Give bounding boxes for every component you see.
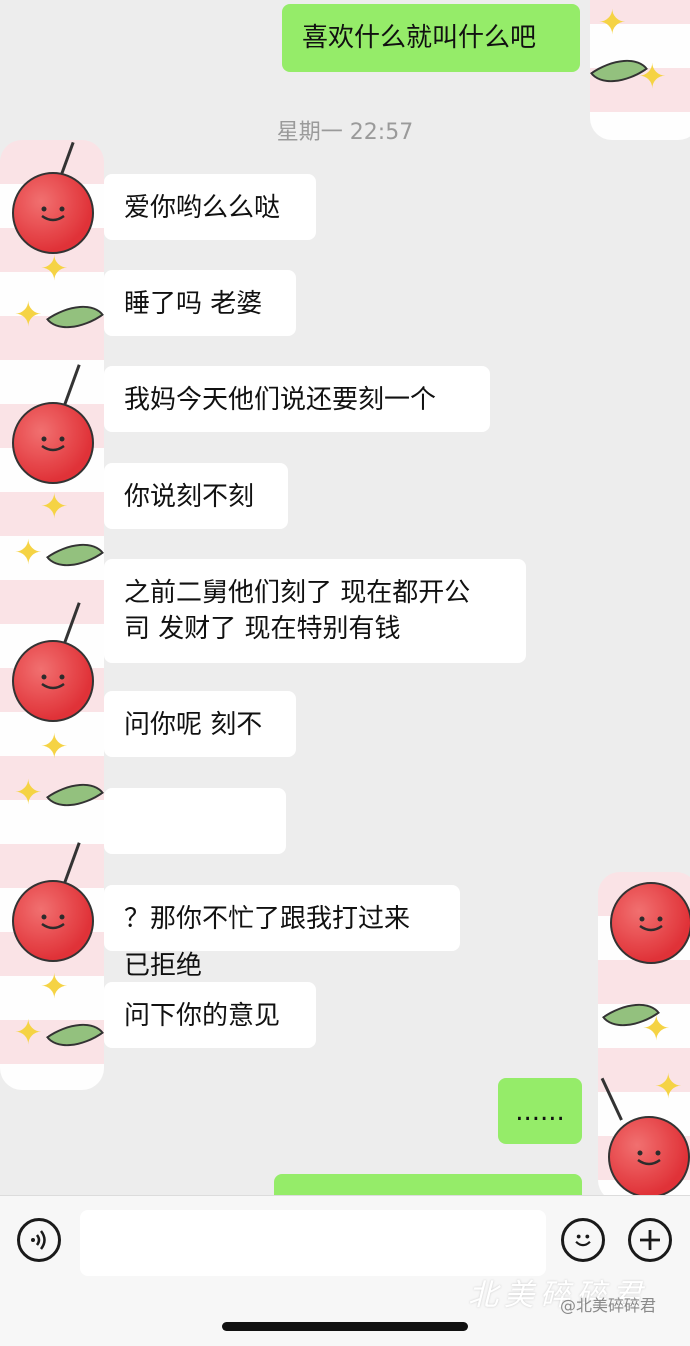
cherry-stem	[62, 364, 81, 409]
leaf-icon	[45, 528, 105, 582]
leaf-icon	[45, 768, 105, 822]
call-record-message[interactable]: 已拒绝	[104, 788, 286, 981]
incoming-message[interactable]: 我妈今天他们说还要刻一个	[104, 366, 490, 432]
incoming-message[interactable]: 问下你的意见	[104, 982, 316, 1048]
watermark-handle: @北美碎碎君	[560, 1296, 657, 1315]
star-icon: ✦	[40, 249, 69, 289]
my-avatar-bottom[interactable]: ✦ ✦	[598, 872, 690, 1195]
smile-icon	[41, 914, 65, 930]
star-icon: ✦	[40, 727, 69, 767]
contact-avatar[interactable]: ✦ ✦ ✦ ✦ ✦ ✦ ✦ ✦	[0, 140, 105, 1090]
incoming-message[interactable]: 之前二舅他们刻了 现在都开公 司 发财了 现在特别有钱	[104, 559, 526, 663]
smile-icon	[639, 916, 663, 932]
smile-icon	[41, 436, 65, 452]
cherry-icon	[12, 880, 94, 962]
cherry-stem	[62, 602, 81, 647]
leaf-icon	[45, 290, 105, 344]
leaf-icon	[45, 1008, 105, 1062]
star-icon: ✦	[14, 533, 43, 573]
smile-icon	[41, 674, 65, 690]
star-icon: ✦	[14, 1013, 43, 1053]
incoming-message[interactable]: 你说刻不刻	[104, 463, 288, 529]
emoji-button[interactable]	[561, 1218, 605, 1262]
cherry-stem	[600, 1077, 623, 1121]
plus-button[interactable]	[628, 1218, 672, 1262]
cherry-icon	[12, 172, 94, 254]
home-indicator[interactable]	[222, 1322, 468, 1331]
outgoing-message[interactable]: ......	[498, 1078, 582, 1144]
smile-icon	[637, 1150, 661, 1166]
star-icon: ✦	[642, 1009, 671, 1049]
cherry-icon	[12, 402, 94, 484]
cherry-icon	[12, 640, 94, 722]
message-input[interactable]	[80, 1210, 546, 1276]
star-icon: ✦	[14, 773, 43, 813]
incoming-message[interactable]: 爱你哟么么哒	[104, 174, 316, 240]
voice-button[interactable]	[17, 1218, 61, 1262]
cherry-icon	[610, 882, 690, 964]
incoming-message[interactable]: 问你呢 刻不	[104, 691, 296, 757]
time-divider: 星期一 22:57	[276, 120, 414, 145]
star-icon: ✦	[40, 967, 69, 1007]
cherry-stem	[62, 842, 81, 887]
incoming-message[interactable]: ？那你不忙了跟我打过来	[104, 885, 460, 951]
emoji-icon	[575, 1234, 591, 1247]
outgoing-message[interactable]: 喜欢什么就叫什么吧	[282, 4, 580, 72]
star-icon: ✦	[598, 3, 627, 43]
chat-area: ✦ ✦ 喜欢什么就叫什么吧 星期一 22:57 ✦ ✦ ✦ ✦ ✦ ✦ ✦ ✦ …	[0, 0, 690, 1195]
cherry-icon	[608, 1116, 690, 1195]
call-status-text: 已拒绝	[124, 951, 203, 981]
plus-icon	[640, 1230, 660, 1250]
star-icon: ✦	[654, 1067, 683, 1107]
outgoing-message-partial[interactable]	[274, 1174, 582, 1195]
incoming-message[interactable]: 睡了吗 老婆	[104, 270, 296, 336]
star-icon: ✦	[14, 295, 43, 335]
smile-icon	[41, 206, 65, 222]
voice-icon	[31, 1230, 46, 1250]
star-icon: ✦	[40, 487, 69, 527]
